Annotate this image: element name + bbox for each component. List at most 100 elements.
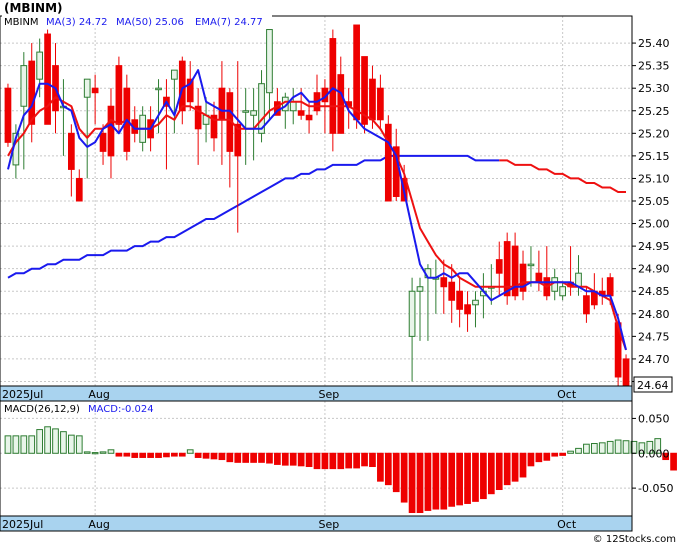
candle-body [329,38,337,134]
candle-body [448,281,456,301]
macd-y-tick-label: -0.050 [638,482,673,495]
candle-body [456,290,463,310]
macd-bar [44,426,51,454]
candle [4,83,12,147]
macd-bar [123,452,131,457]
macd-bar [337,452,345,470]
candle-body [99,132,107,152]
macd-bar [432,452,440,510]
macd-bar [464,452,471,504]
candle [622,354,630,387]
candle-body [171,69,178,80]
candle-body [622,358,630,387]
macd-bar [60,431,67,454]
macd-bar [289,452,297,466]
macd-bar [52,428,59,454]
macd-bar [551,452,559,457]
macd-bar [131,452,139,458]
macd-legend: MACD(26,12,9) MACD:-0.024 [4,404,154,415]
candle [503,232,511,305]
price-y-tick-label: 25.40 [638,37,670,50]
candle-body [440,277,448,288]
price-y-tick-label: 24.95 [638,240,670,253]
macd-bar [614,439,622,454]
macd-bar [480,452,487,500]
candle-body [75,177,83,202]
legend-ma50: MA(50) 25.06 [116,17,184,28]
macd-bar [178,452,186,457]
macd-legend-params: MACD(26,12,9) [4,404,80,415]
candle-body [305,114,313,121]
macd-bar [99,451,107,454]
candle-body [535,272,543,283]
macd-bar [28,435,36,454]
candle-body [369,78,376,121]
candle-body [337,74,345,134]
macd-x-tick-label: Sep [319,518,340,531]
price-y-tick-label: 25.05 [638,195,670,208]
macd-bar [329,452,337,470]
candle-body [266,29,273,94]
macd-bar [598,442,606,454]
macd-bar [622,440,630,454]
macd-x-tick-label: Oct [557,518,577,531]
macd-bar [218,452,226,461]
candle-body [472,299,479,306]
candle-body [68,132,75,170]
price-y-tick-label: 25.00 [638,218,670,231]
candle-body [28,60,36,125]
macd-bar [274,452,281,465]
indicator-legend: MBINM MA(3) 24.72 MA(50) 25.06 EMA(7) 24… [2,14,272,28]
candle-body [44,33,51,125]
candle-body [91,87,99,94]
macd-bar [408,452,416,514]
macd-bar [36,429,44,454]
macd-bar [384,452,392,486]
price-x-tick-label: 2025Jul [2,388,43,401]
macd-bar [369,452,376,468]
macd-y-axis: 0.050 0.000 -0.050 [632,412,673,495]
candle-body [408,290,416,337]
candle-body [606,277,614,297]
macd-bar [511,452,519,482]
candle-body [495,259,503,274]
macd-bar [258,452,265,463]
macd-bar [139,452,147,458]
macd-bar [440,452,448,510]
macd-bar [83,451,91,454]
candle-body [242,110,250,113]
price-y-tick-label: 25.35 [638,60,670,73]
price-x-tick-label: Oct [557,388,577,401]
candle-body [20,65,28,107]
macd-bar [487,452,495,495]
price-x-tick-label: Aug [88,388,109,401]
candle [353,24,360,129]
macd-bar [155,452,162,458]
macd-bar [186,449,194,454]
macd-bar [91,452,99,455]
macd-bar [472,452,479,502]
candle [44,29,51,125]
price-y-tick-label: 25.30 [638,82,670,95]
macd-bar [234,452,242,463]
chart-title: (MBINM) [4,1,63,15]
price-y-tick-label: 24.90 [638,263,670,276]
macd-bar [281,452,289,466]
macd-bar [321,452,329,470]
macd-x-tick-label: 2025Jul [2,518,43,531]
candle-body [527,263,535,267]
macd-bar [12,435,20,454]
price-y-tick-label: 24.85 [638,285,670,298]
macd-bar [194,452,202,458]
macd-bar [519,452,527,478]
macd-bar [575,447,582,454]
candle-body [83,78,91,98]
candle-body [353,24,360,121]
price-y-tick-label: 25.15 [638,150,670,163]
candle [361,56,368,134]
macd-bar [266,452,273,464]
macd-bar [503,452,511,486]
macd-bar [590,443,598,454]
candle-body [107,105,115,157]
price-y-tick-label: 25.25 [638,105,670,118]
